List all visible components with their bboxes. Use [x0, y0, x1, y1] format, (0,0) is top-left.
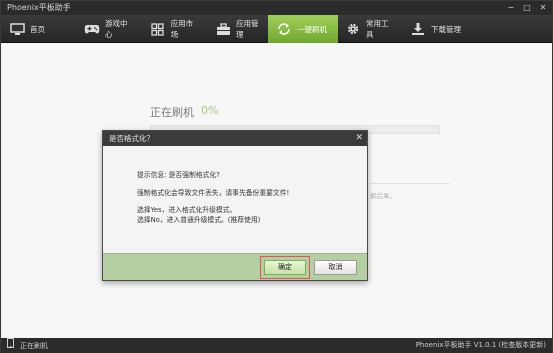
nav-item-download-manage[interactable]: 下载管理	[402, 15, 472, 43]
toolbox-icon	[216, 21, 231, 37]
nav-label-one-key-flash: 一键刷机	[297, 24, 327, 34]
dialog-option-no: 选择No，进入普通升级模式。(推荐使用)	[137, 215, 261, 224]
nav-label-home: 首页	[30, 24, 45, 34]
dialog-message: 提示信息: 是否强制格式化? 强制格式化会导致文件丢失，请事先备份重要文件! 选…	[137, 171, 289, 225]
maximize-button[interactable]: □	[520, 2, 534, 13]
refresh-icon	[276, 21, 292, 37]
nav-label-game-center: 游戏中心	[105, 19, 128, 39]
dialog-warning: 强制格式化会导致文件丢失，请事先备份重要文件!	[137, 188, 290, 197]
dialog-prompt: 提示信息: 是否强制格式化?	[137, 171, 220, 179]
gear-icon	[346, 21, 361, 37]
window-controls: − □ ✕	[504, 2, 550, 13]
title-bar: Phoenix平板助手 − □ ✕	[1, 1, 552, 15]
nav-item-app-manage[interactable]: 应用管理	[208, 15, 268, 43]
status-bar: 正在刷机 Phoenix平板助手 V1.0.1 (检查版本更新)	[1, 338, 552, 353]
minimize-button[interactable]: −	[504, 2, 518, 13]
nav-item-home[interactable]: 首页	[1, 15, 76, 43]
ok-button[interactable]: 确定	[264, 260, 306, 275]
window-title: Phoenix平板助手	[7, 3, 71, 12]
cancel-button[interactable]: 取消	[314, 260, 357, 275]
dialog-title-bar: 是否格式化？ ✕	[103, 131, 367, 146]
tablet-icon	[7, 338, 14, 353]
close-icon[interactable]: ✕	[355, 131, 363, 146]
gamepad-icon	[84, 21, 100, 37]
nav-item-common-tools[interactable]: 常用工具	[338, 15, 402, 43]
status-text: 正在刷机	[20, 341, 48, 350]
version-link[interactable]: Phoenix平板助手 V1.0.1 (检查版本更新)	[416, 338, 546, 353]
nav-item-app-market[interactable]: 应用市场	[142, 15, 208, 43]
nav-item-game-center[interactable]: 游戏中心	[76, 15, 142, 43]
nav-label-app-manage: 应用管理	[236, 19, 259, 39]
monitor-icon	[9, 21, 25, 37]
main-toolbar: 首页 游戏中心 应用市场 应用管理 一键刷机 常用工具 下载管理	[1, 15, 552, 43]
close-window-button[interactable]: ✕	[536, 2, 550, 13]
nav-label-download-manage: 下载管理	[431, 24, 461, 34]
dialog-option-yes: 选择Yes，进入格式化升级模式。	[137, 206, 237, 214]
format-dialog: 是否格式化？ ✕ 提示信息: 是否强制格式化? 强制格式化会导致文件丢失，请事先…	[102, 130, 368, 281]
dialog-title: 是否格式化？	[109, 134, 154, 143]
dialog-footer: 确定 取消	[103, 253, 367, 280]
nav-label-app-market: 应用市场	[170, 19, 194, 39]
app-window: Phoenix平板助手 − □ ✕ 首页 游戏中心 应用市场 应用管理 一键刷机…	[0, 0, 553, 353]
grid-icon	[150, 21, 166, 37]
download-icon	[410, 21, 426, 37]
status-left: 正在刷机	[7, 338, 48, 353]
nav-item-one-key-flash[interactable]: 一键刷机	[268, 15, 338, 43]
nav-label-common-tools: 常用工具	[365, 19, 389, 39]
